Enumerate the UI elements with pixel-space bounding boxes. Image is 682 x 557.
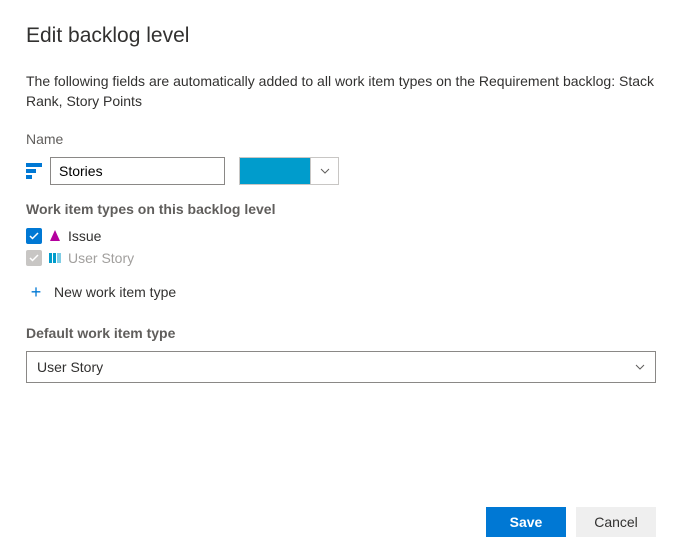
plus-icon: + [28, 283, 44, 301]
issue-icon [48, 229, 62, 243]
name-row [26, 157, 656, 185]
work-item-types-label: Work item types on this backlog level [26, 201, 656, 217]
backlog-level-icon [26, 163, 42, 179]
cancel-button[interactable]: Cancel [576, 507, 656, 537]
dialog-footer: Save Cancel [486, 507, 656, 537]
chevron-down-icon [635, 364, 645, 370]
new-work-item-type-button[interactable]: + New work item type [26, 277, 656, 307]
dialog-title: Edit backlog level [26, 24, 656, 48]
color-swatch [240, 158, 310, 184]
name-label: Name [26, 131, 656, 147]
work-item-type-label: User Story [68, 250, 134, 266]
work-item-type-label: Issue [68, 228, 101, 244]
checkbox-issue[interactable] [26, 228, 42, 244]
chevron-down-icon [310, 158, 338, 184]
checkbox-user-story [26, 250, 42, 266]
work-item-type-row: User Story [26, 247, 656, 269]
intro-text: The following fields are automatically a… [26, 72, 656, 111]
work-item-type-row: Issue [26, 225, 656, 247]
default-type-value: User Story [37, 359, 103, 375]
new-work-item-type-label: New work item type [54, 284, 176, 300]
default-type-label: Default work item type [26, 325, 656, 341]
color-picker[interactable] [239, 157, 339, 185]
work-item-types-list: Issue User Story [26, 225, 656, 269]
name-input[interactable] [50, 157, 225, 185]
user-story-icon [48, 251, 62, 265]
default-type-select[interactable]: User Story [26, 351, 656, 383]
save-button[interactable]: Save [486, 507, 566, 537]
